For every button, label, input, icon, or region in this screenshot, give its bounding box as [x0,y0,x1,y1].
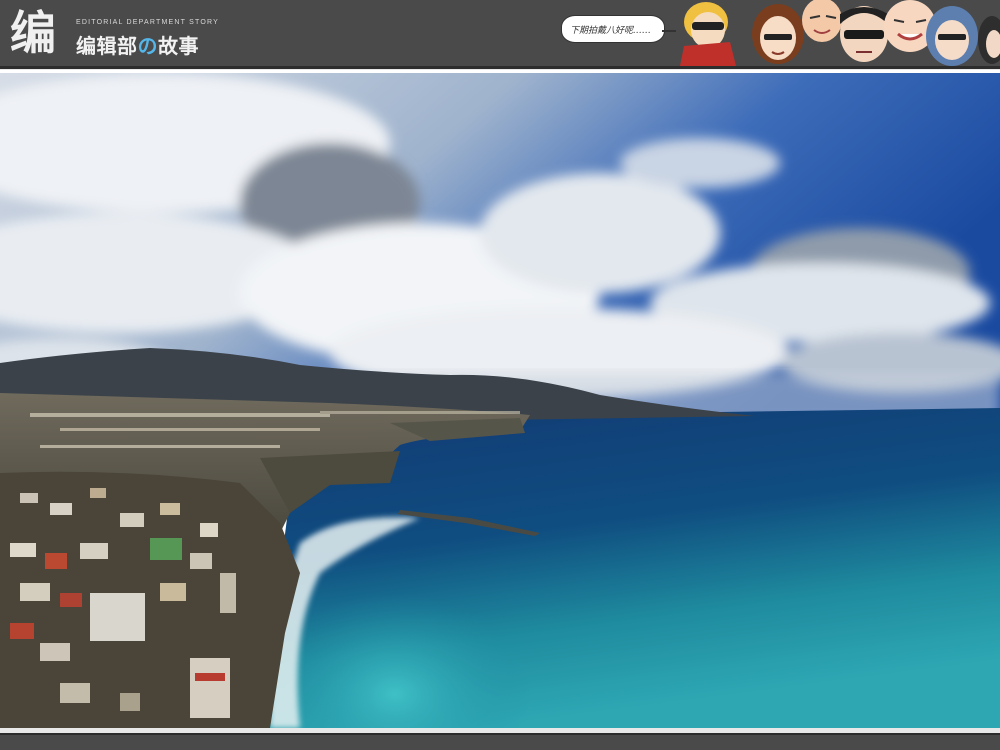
logo-mark-glyph: 编 [10,6,56,59]
speech-bubble-text: 下期拍戴八好呢…… [570,26,652,36]
speech-bubble: 下期拍戴八好呢…… [561,15,665,43]
tagline: EDITORIAL DEPARTMENT STORY [76,19,219,26]
character-blue-hair-girl-icon [926,6,978,66]
character-sunglasses-man-icon [840,6,888,62]
site-title[interactable]: 编辑部の故事 [76,30,199,59]
character-partial-icon [978,16,1000,64]
logo-icon[interactable]: 编 [8,5,72,59]
character-bald-man-icon [802,0,842,42]
character-brown-hair-girl-icon [752,4,804,64]
site-title-part3: 故事 [158,34,199,58]
speech-bubble-tail [662,30,676,32]
character-blonde-sunglasses-icon [680,2,736,66]
character-faces [680,0,1000,66]
site-title-part1: 编辑部 [76,34,138,58]
footer-band [0,733,1000,750]
photo-frame [0,70,1000,728]
coastal-landscape-photo[interactable] [0,73,1000,728]
header-band: 编 EDITORIAL DEPARTMENT STORY 编辑部の故事 下期拍戴… [0,0,1000,69]
site-title-part2: の [137,34,158,58]
